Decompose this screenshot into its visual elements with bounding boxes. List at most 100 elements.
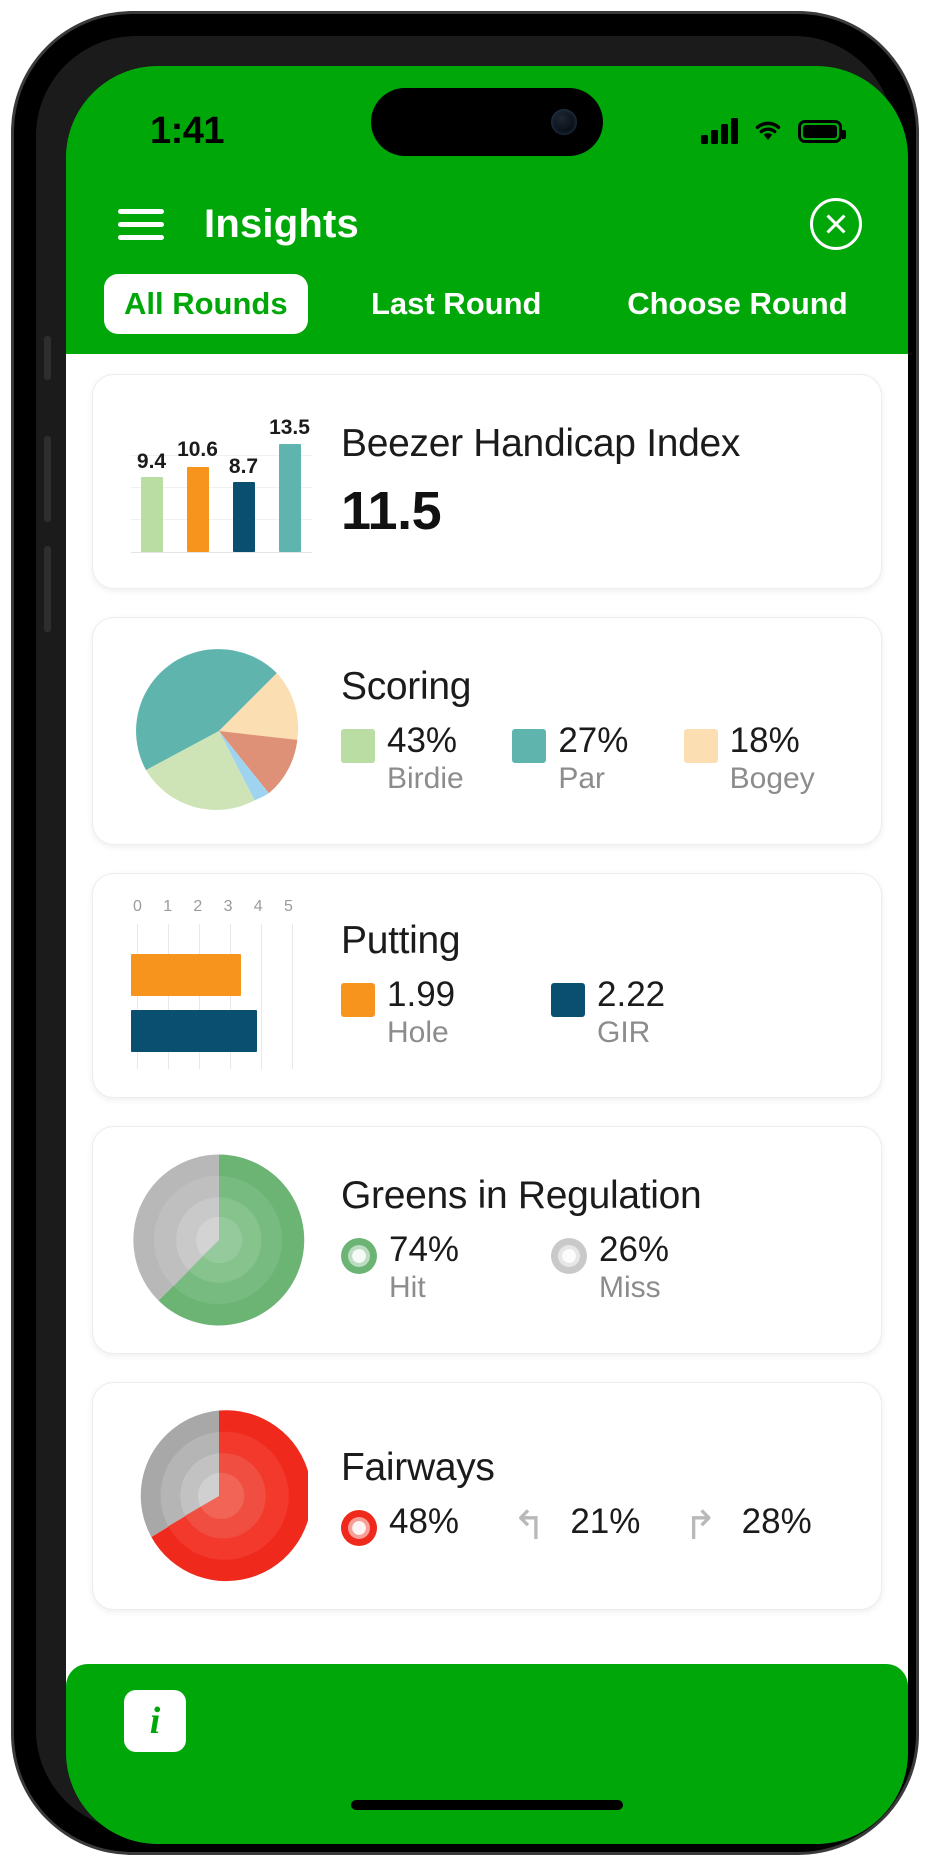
app-bar: Insights: [66, 178, 908, 270]
bar: [140, 477, 163, 552]
scoring-pie-chart: [136, 649, 299, 810]
legend-item-miss: 26% Miss: [551, 1229, 761, 1306]
wifi-icon: [755, 121, 781, 140]
legend-item-par: 27% Par: [512, 720, 683, 797]
legend-swatch: [683, 728, 718, 763]
target-hit-icon: [341, 1510, 377, 1546]
card-scoring[interactable]: Scoring 43% Birdie 27% Par 18% Bogey: [92, 617, 882, 845]
legend-item-fairway-left: ↰ 21%: [512, 1502, 683, 1548]
gir-legend: 74% Hit 26% Miss: [341, 1229, 855, 1306]
fairways-legend: 48% ↰ 21% ↱ 28%: [341, 1502, 855, 1548]
legend-value: 74%: [389, 1229, 460, 1269]
bar-gir: [130, 1010, 257, 1052]
putting-bar-chart: 0 1 2 3 4 5: [127, 898, 312, 1073]
legend-value: 1.99: [387, 975, 456, 1015]
gir-radial-chart: [133, 1154, 305, 1326]
home-indicator[interactable]: [351, 1800, 623, 1810]
legend-item-bogey: 18% Bogey: [683, 720, 855, 797]
scoring-legend: 43% Birdie 27% Par 18% Bogey: [341, 720, 855, 797]
card-fairways[interactable]: Fairways 48% ↰ 21% ↱ 28%: [92, 1382, 882, 1610]
legend-label: Miss: [599, 1270, 661, 1304]
legend-item-fairway-right: ↱ 28%: [683, 1503, 855, 1548]
bar-column: 13.5: [269, 416, 310, 552]
legend-label: Par: [558, 761, 606, 795]
status-bar: 1:41: [66, 66, 908, 178]
insights-scroll-area[interactable]: 9.4 10.6 8.7 13.5 Beezer Handicap Index …: [66, 354, 908, 1749]
bar-hole: [130, 954, 241, 996]
status-time: 1:41: [150, 109, 225, 152]
battery-full-icon: [798, 119, 846, 143]
legend-value: 18%: [729, 720, 800, 760]
legend-label: Hit: [389, 1270, 426, 1304]
status-icons: [701, 118, 846, 144]
front-camera-icon: [551, 109, 577, 135]
tab-last-round[interactable]: Last Round: [316, 274, 597, 334]
axis-tick: 1: [163, 898, 173, 915]
card-title: Fairways: [341, 1446, 495, 1489]
legend-label: Hole: [387, 1016, 449, 1050]
legend-value: 21%: [570, 1502, 641, 1541]
fairways-radial-chart: [140, 1410, 308, 1582]
legend-value: 43%: [387, 720, 458, 760]
bar-column: 10.6: [177, 432, 218, 552]
legend-item-hit: 74% Hit: [341, 1229, 551, 1306]
bar: [232, 482, 255, 552]
axis-tick: 3: [223, 898, 233, 915]
signal-bars-icon: [701, 118, 738, 144]
putting-card-body: Putting 1.99 Hole 2.22 GIR: [319, 919, 855, 1051]
volume-up-button[interactable]: [44, 436, 51, 522]
info-icon[interactable]: i: [124, 1690, 186, 1752]
scoring-card-body: Scoring 43% Birdie 27% Par 18% Bogey: [319, 665, 855, 797]
legend-item-birdie: 43% Birdie: [341, 720, 512, 797]
legend-value: 26%: [599, 1229, 670, 1269]
phone-frame: 1:41 Insights All Rounds Last Round Choo…: [36, 36, 908, 1844]
arrow-left-icon: ↰: [512, 1504, 546, 1548]
card-title: Putting: [341, 919, 461, 963]
hamburger-menu-icon[interactable]: [118, 201, 164, 248]
axis-tick: 2: [193, 898, 203, 915]
phone-shell: 1:41 Insights All Rounds Last Round Choo…: [14, 14, 916, 1852]
handicap-bar-chart: 9.4 10.6 8.7 13.5: [127, 399, 312, 564]
legend-swatch: [341, 728, 375, 763]
handicap-card-body: Beezer Handicap Index 11.5: [319, 422, 855, 542]
legend-swatch: [551, 983, 585, 1018]
card-title: Greens in Regulation: [341, 1173, 702, 1217]
tab-all-rounds[interactable]: All Rounds: [104, 274, 308, 334]
dynamic-island: [371, 88, 603, 156]
bar: [186, 467, 209, 552]
legend-item-gir: 2.22 GIR: [551, 977, 761, 1051]
putting-bars: [130, 954, 296, 1066]
card-title: Beezer Handicap Index: [341, 421, 741, 465]
axis-tick: 4: [253, 898, 263, 915]
target-miss-icon: [551, 1237, 587, 1274]
legend-swatch: [341, 983, 375, 1018]
handicap-value: 11.5: [341, 480, 442, 541]
phone-screen: 1:41 Insights All Rounds Last Round Choo…: [66, 66, 908, 1844]
legend-value: 27%: [558, 720, 629, 760]
fairways-card-body: Fairways 48% ↰ 21% ↱ 28%: [319, 1446, 855, 1546]
card-putting[interactable]: 0 1 2 3 4 5 Putting 1.99 Hole 2.22 GIR: [92, 873, 882, 1098]
legend-item-hole: 1.99 Hole: [341, 977, 551, 1051]
arrow-right-icon: ↱: [683, 1504, 718, 1548]
card-handicap-index[interactable]: 9.4 10.6 8.7 13.5 Beezer Handicap Index …: [92, 374, 882, 589]
bar-column: 9.4: [137, 432, 167, 552]
gir-card-body: Greens in Regulation 74% Hit 26% Miss: [319, 1174, 855, 1306]
target-hit-icon: [341, 1237, 377, 1274]
close-circle-icon[interactable]: [810, 198, 862, 250]
mute-switch[interactable]: [44, 336, 51, 380]
bottom-bar: i: [66, 1664, 908, 1844]
legend-swatch: [512, 728, 547, 763]
putting-chart-visual: 0 1 2 3 4 5: [119, 898, 319, 1073]
tab-choose-round[interactable]: Choose Round: [597, 274, 878, 334]
axis-tick: 0: [133, 898, 142, 915]
page-title: Insights: [204, 201, 359, 246]
legend-label: GIR: [597, 1016, 651, 1050]
volume-down-button[interactable]: [44, 546, 51, 632]
fairways-chart-visual: [119, 1407, 319, 1585]
legend-item-fairway-hit: 48%: [341, 1503, 512, 1546]
putting-legend: 1.99 Hole 2.22 GIR: [341, 977, 855, 1051]
handicap-chart-visual: 9.4 10.6 8.7 13.5: [119, 399, 319, 564]
card-greens-in-regulation[interactable]: Greens in Regulation 74% Hit 26% Miss: [92, 1126, 882, 1354]
legend-label: Birdie: [387, 761, 464, 795]
axis-tick: 5: [283, 898, 293, 915]
